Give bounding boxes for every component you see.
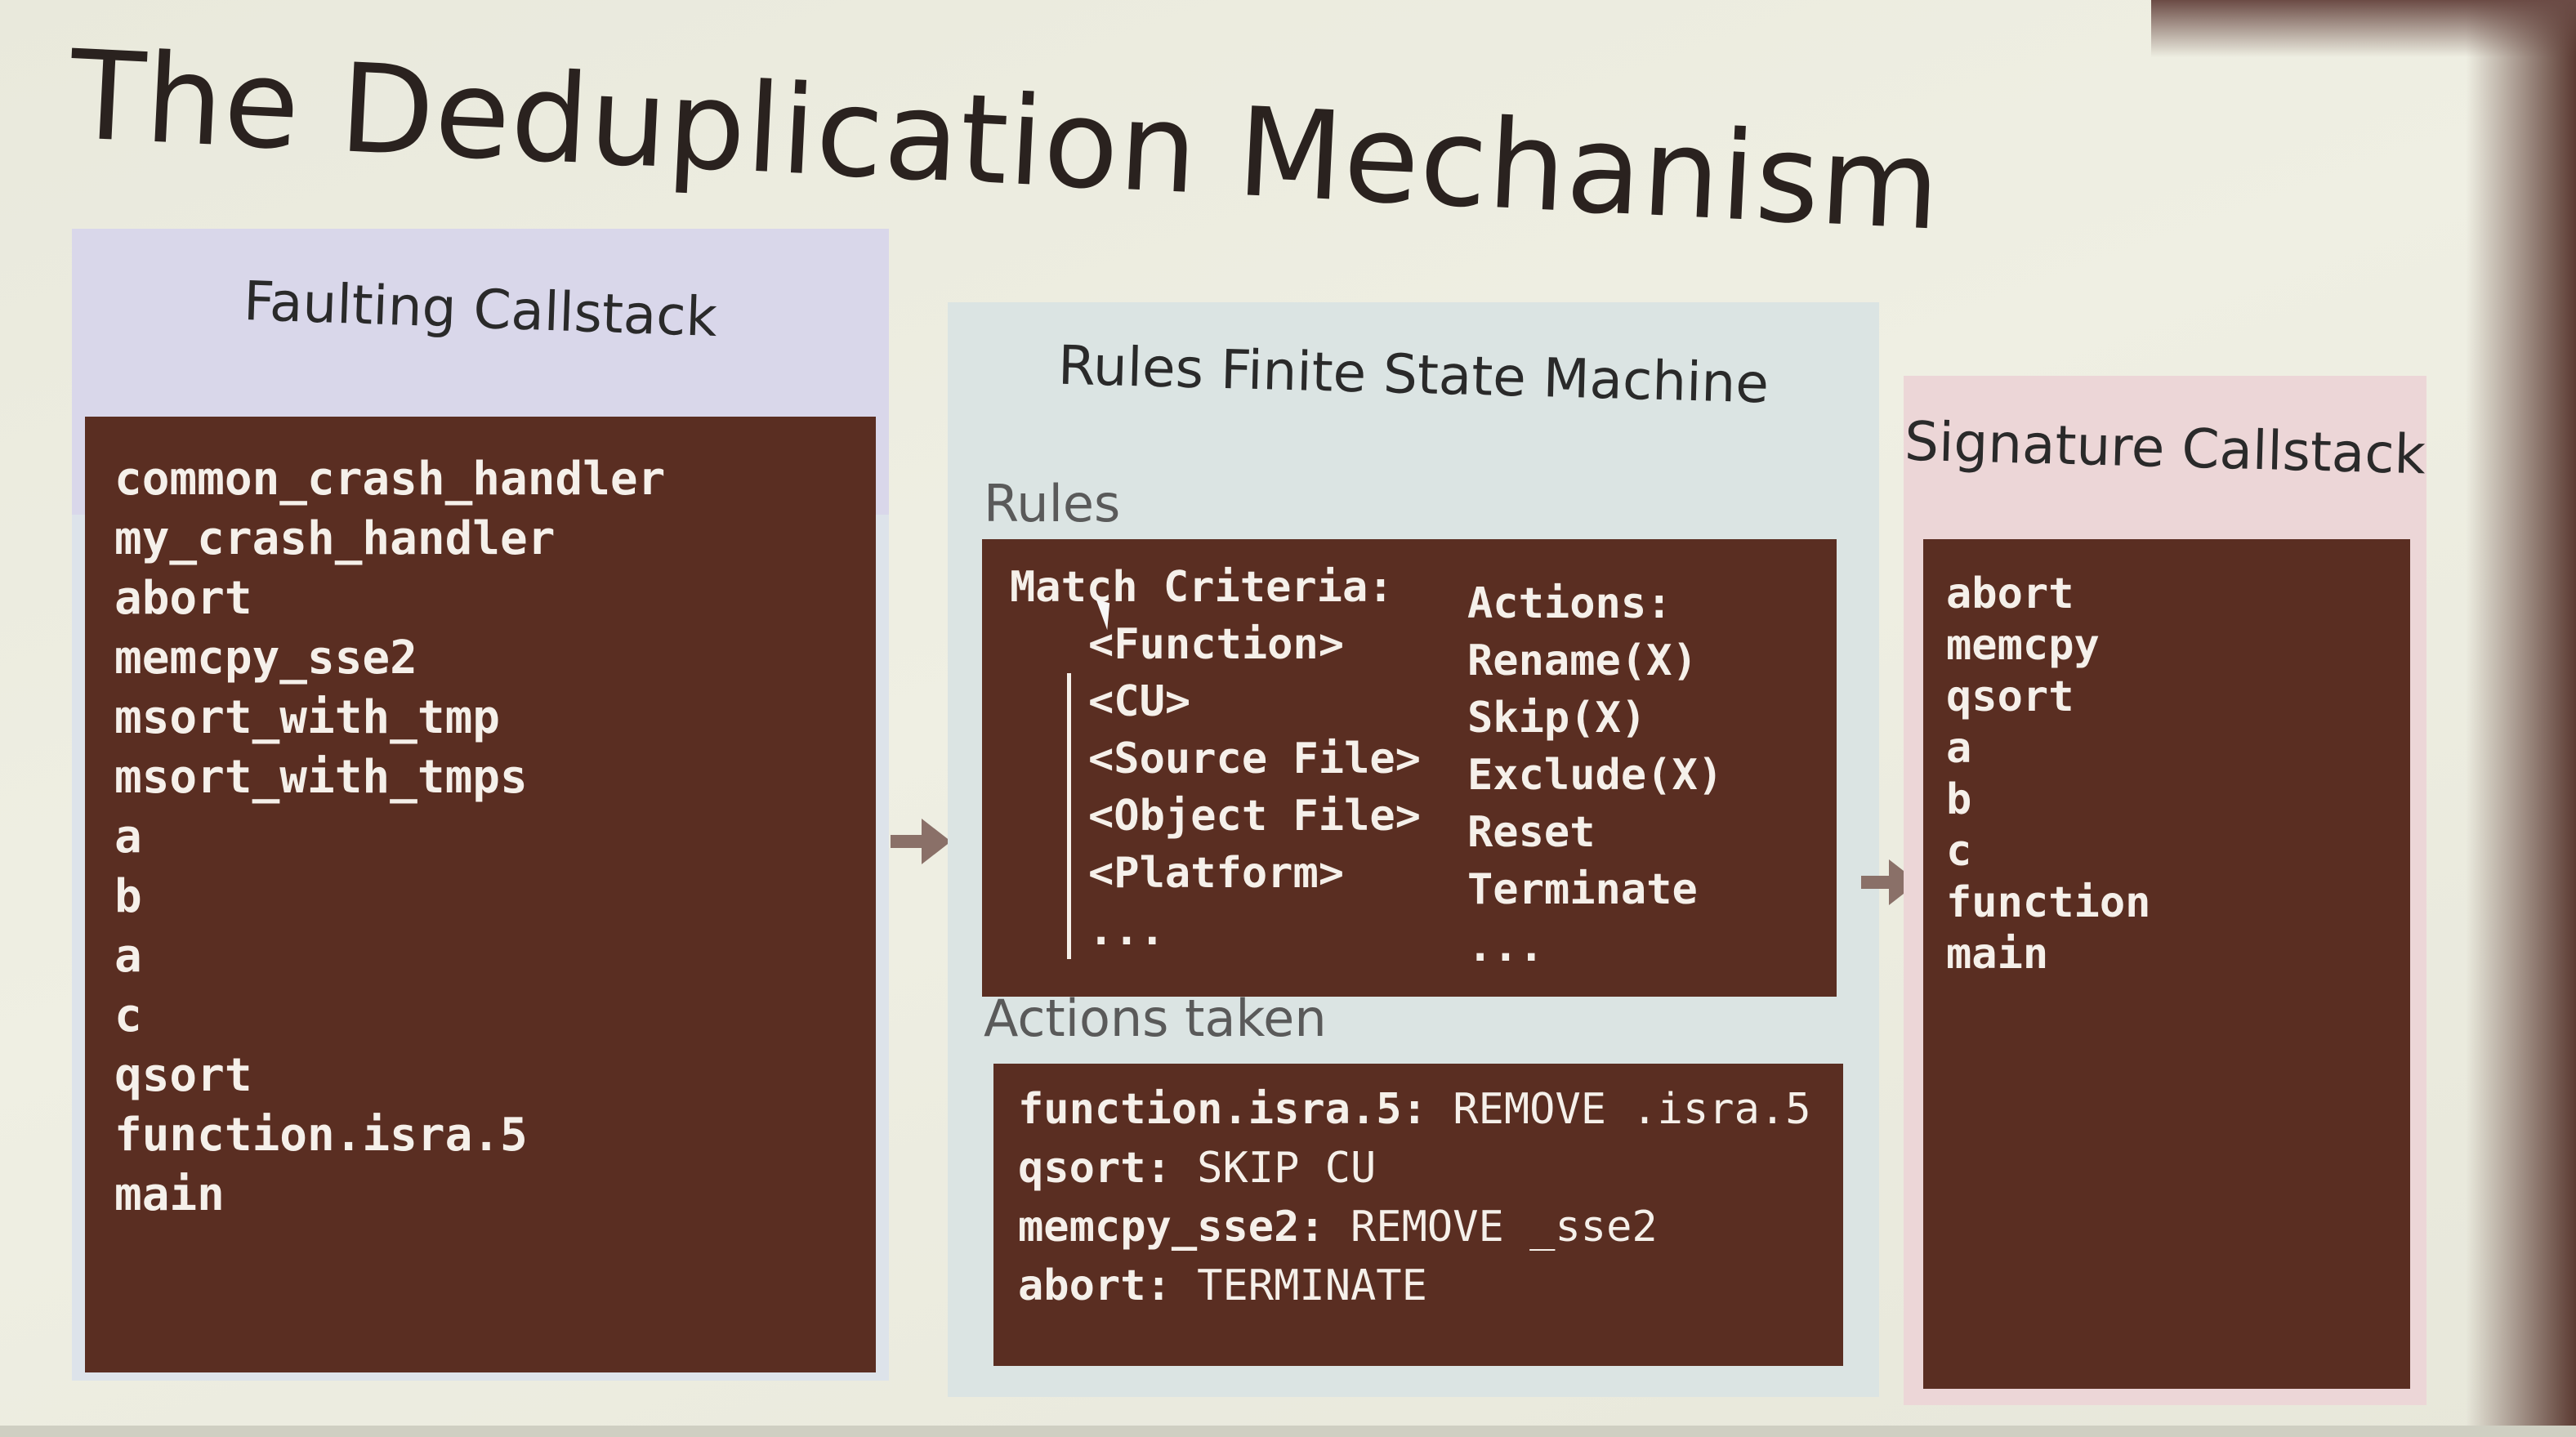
actions-taken-label: Actions taken — [984, 988, 1327, 1048]
signature-frame-list: abort memcpy qsort a b c function main — [1946, 569, 2150, 980]
screen-bottom-edge — [0, 1426, 2576, 1437]
actions-taken-list: function.isra.5: REMOVE .isra.5 qsort: SK… — [1018, 1080, 1811, 1315]
faulting-frame: memcpy_sse2 — [114, 631, 417, 685]
signature-frame: qsort — [1946, 672, 2074, 721]
action-taken-row: abort: TERMINATE — [1018, 1256, 1811, 1315]
rule-action: Terminate — [1467, 865, 1698, 914]
action-taken-action: REMOVE _sse2 — [1351, 1203, 1658, 1252]
faulting-frame: qsort — [114, 1049, 252, 1102]
match-criteria-block: Match Criteria: <Function> <CU> <Source Fi… — [1010, 559, 1421, 959]
faulting-frame-list: common_crash_handler my_crash_handlerabor… — [114, 449, 665, 1225]
signature-callstack-title: Signature Callstack — [1904, 409, 2426, 487]
match-criterion: <Object File> — [1088, 792, 1421, 841]
actions-header: Actions: — [1467, 579, 1672, 628]
signature-frame: b — [1946, 775, 1972, 824]
match-criterion: <CU> — [1088, 677, 1191, 726]
action-taken-row: memcpy_sse2: REMOVE _sse2 — [1018, 1198, 1811, 1256]
match-criterion: <Source File> — [1088, 734, 1421, 783]
signature-callstack-panel: abort memcpy qsort a b c function main — [1923, 539, 2410, 1389]
faulting-frame: a — [114, 930, 142, 983]
signature-frame: a — [1946, 724, 1972, 773]
action-taken-action: REMOVE .isra.5 — [1453, 1085, 1811, 1134]
faulting-frame: c — [114, 989, 142, 1042]
rules-label: Rules — [984, 474, 1121, 533]
rules-fsm-column: Rules Finite State Machine Rules Match C… — [948, 302, 1879, 1397]
action-taken-frame: qsort: — [1018, 1144, 1198, 1193]
faulting-frame: common_crash_handler — [114, 453, 666, 506]
criteria-list: <Function> <CU> <Source File> <Object File>… — [1010, 616, 1421, 959]
faulting-frame: abort — [114, 572, 252, 625]
alternation-bar — [1067, 673, 1071, 959]
faulting-callstack-title: Faulting Callstack — [242, 269, 719, 350]
faulting-frame: function.isra.5 — [114, 1109, 528, 1162]
faulting-callstack-column: Faulting Callstack common_crash_handlerm… — [72, 229, 889, 1381]
action-taken-row: function.isra.5: REMOVE .isra.5 — [1018, 1080, 1811, 1139]
faulting-callstack-panel: common_crash_handler my_crash_handlerabor… — [85, 417, 876, 1372]
action-taken-frame: function.isra.5: — [1018, 1085, 1453, 1134]
action-taken-frame: abort: — [1018, 1261, 1198, 1310]
signature-frame: c — [1946, 827, 1972, 876]
rule-action: Skip(X) — [1467, 694, 1647, 743]
action-taken-frame: memcpy_sse2: — [1018, 1203, 1351, 1252]
projector-top-shadow — [2151, 0, 2576, 57]
faulting-frame: a — [114, 810, 142, 864]
rules-fsm-title: Rules Finite State Machine — [1057, 333, 1770, 416]
match-criterion: <Platform> — [1088, 849, 1345, 898]
match-criterion: ... — [1088, 906, 1165, 955]
arrow-to-signature — [1861, 859, 1918, 905]
signature-frame: memcpy — [1946, 621, 2100, 670]
match-criteria-header: Match Criteria: — [1010, 563, 1394, 612]
faulting-frame: msort_with_tmps — [114, 751, 528, 804]
action-taken-row: qsort: SKIP CU — [1018, 1139, 1811, 1198]
arrow-to-rules — [891, 819, 951, 864]
signature-frame: function — [1946, 878, 2151, 927]
action-taken-action: SKIP CU — [1197, 1144, 1377, 1193]
faulting-frame: msort_with_tmp — [114, 691, 501, 744]
actions-block: Actions: Rename(X) Skip(X) Exclude(X) Reset… — [1467, 575, 1723, 975]
signature-frame: abort — [1946, 569, 2074, 618]
rule-action: Exclude(X) — [1467, 751, 1724, 800]
faulting-frame: my_crash_handler — [114, 512, 556, 565]
faulting-frame: main — [114, 1168, 225, 1221]
actions-list: Rename(X) Skip(X) Exclude(X) Reset Terminate… — [1467, 632, 1723, 975]
match-criterion: <Function> — [1088, 620, 1345, 669]
rule-action: Rename(X) — [1467, 636, 1698, 685]
actions-taken-panel: function.isra.5: REMOVE .isra.5 qsort: SK… — [993, 1064, 1843, 1366]
signature-frame: main — [1946, 930, 2049, 979]
rule-action: Reset — [1467, 808, 1596, 857]
action-taken-action: TERMINATE — [1197, 1261, 1427, 1310]
signature-callstack-column: Signature Callstack abort memcpy qsort a b c f… — [1904, 376, 2426, 1405]
faulting-frame: b — [114, 870, 142, 923]
rule-action: ... — [1467, 922, 1544, 971]
slide-title: The Deduplication Mechanism — [66, 25, 1944, 258]
